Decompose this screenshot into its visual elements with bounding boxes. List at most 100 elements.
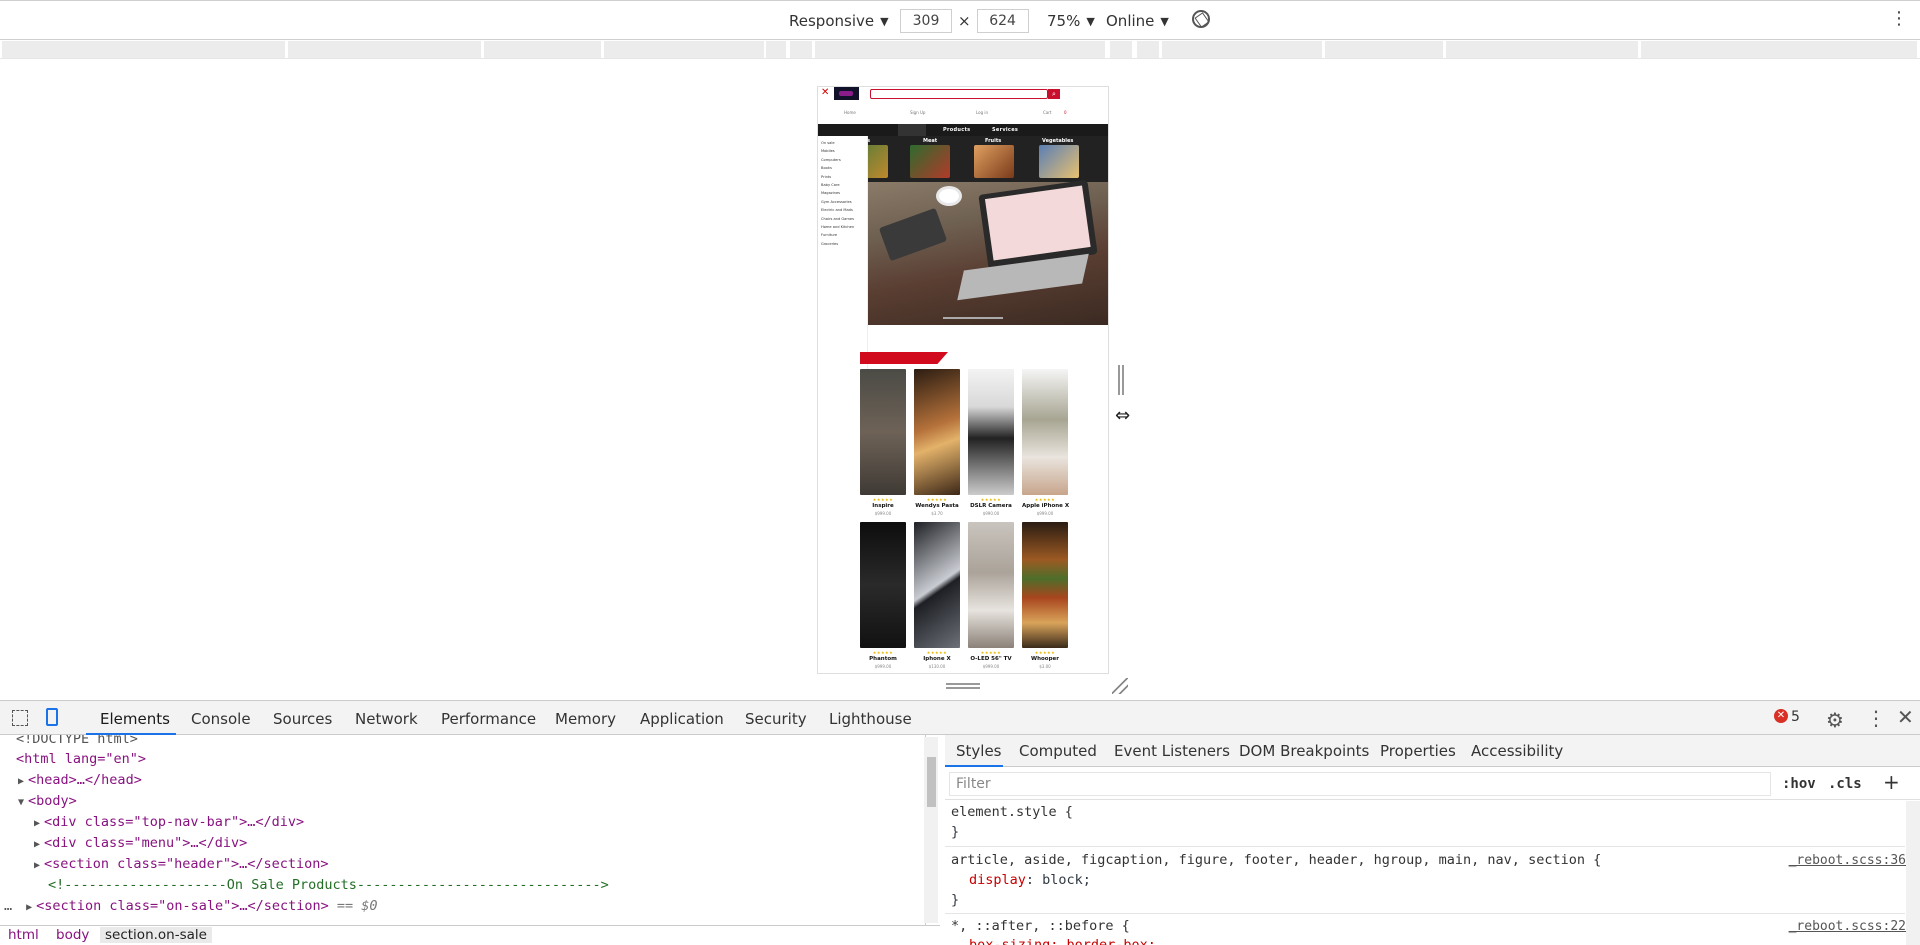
tab-accessibility[interactable]: Accessibility bbox=[1471, 742, 1563, 760]
settings-gear-icon[interactable]: ⚙ bbox=[1826, 708, 1844, 732]
side-menu-item[interactable]: Home and Kitchen bbox=[818, 223, 867, 231]
product-name[interactable]: O-LED 56" TV bbox=[968, 656, 1014, 662]
media-query-bar[interactable] bbox=[1137, 41, 1159, 58]
tab-security[interactable]: Security bbox=[745, 710, 807, 728]
more-options-icon[interactable]: ⋮ bbox=[1890, 10, 1908, 28]
width-input[interactable] bbox=[900, 9, 952, 33]
hero-carousel-image[interactable] bbox=[868, 179, 1108, 325]
dom-body[interactable]: ▼ <body> bbox=[18, 791, 77, 812]
hov-toggle[interactable]: :hov bbox=[1782, 776, 1816, 792]
category-services[interactable]: Services bbox=[992, 127, 1018, 133]
media-query-bar[interactable] bbox=[815, 41, 1105, 58]
throttle-dropdown[interactable]: Online ▼ bbox=[1106, 8, 1169, 34]
product-image[interactable] bbox=[860, 369, 906, 495]
error-icon[interactable]: ✕ bbox=[1774, 709, 1788, 723]
nav-link-cart[interactable]: Cart bbox=[1043, 110, 1051, 115]
product-card[interactable]: ★★★★★ Inspire $999.00 bbox=[860, 369, 906, 516]
product-name[interactable]: Wendys Pasta bbox=[914, 503, 960, 509]
side-menu-item[interactable]: Prints bbox=[818, 173, 867, 181]
media-query-bar[interactable] bbox=[1110, 41, 1132, 58]
rule-declaration[interactable]: display: block; bbox=[969, 872, 1091, 888]
product-card[interactable]: ★★★★★ DSLR Camera $990.00 bbox=[968, 369, 1014, 516]
dom-doctype[interactable]: <!DOCTYPE html> bbox=[16, 735, 138, 750]
site-search-input[interactable] bbox=[870, 89, 1048, 99]
tab-event-listeners[interactable]: Event Listeners bbox=[1114, 742, 1230, 760]
tab-performance[interactable]: Performance bbox=[441, 710, 536, 728]
media-query-bar[interactable] bbox=[1641, 41, 1917, 58]
nav-link-signup[interactable]: Sign Up bbox=[910, 110, 925, 115]
rotate-icon[interactable] bbox=[1192, 10, 1210, 28]
tab-computed[interactable]: Computed bbox=[1019, 742, 1097, 760]
rule-element-style[interactable]: element.style { bbox=[951, 804, 1073, 820]
product-name[interactable]: DSLR Camera bbox=[968, 503, 1014, 509]
viewport-resize-handle-corner[interactable] bbox=[1112, 678, 1128, 694]
dom-comment[interactable]: <!--------------------On Sale Products--… bbox=[48, 875, 609, 896]
rule-reboot-22[interactable]: *, ::after, ::before { bbox=[951, 918, 1130, 934]
thumb-image[interactable] bbox=[1039, 145, 1079, 178]
nav-link-login[interactable]: Log in bbox=[976, 110, 988, 115]
dom-html[interactable]: <html lang="en"> bbox=[16, 749, 146, 770]
dom-top-nav-bar[interactable]: ▶ <div class="top-nav-bar">…</div> bbox=[34, 812, 304, 833]
tab-sources[interactable]: Sources bbox=[273, 710, 332, 728]
product-image[interactable] bbox=[1022, 369, 1068, 495]
side-menu-item[interactable]: Chairs and Games bbox=[818, 215, 867, 223]
tab-dom-breakpoints[interactable]: DOM Breakpoints bbox=[1239, 742, 1369, 760]
side-menu-item[interactable]: Magazines bbox=[818, 189, 867, 197]
scrollbar-thumb[interactable] bbox=[927, 757, 936, 807]
product-name[interactable]: Apple iPhone X bbox=[1022, 503, 1069, 509]
nav-link-home[interactable]: Home bbox=[844, 110, 856, 115]
cls-toggle[interactable]: .cls bbox=[1828, 776, 1862, 792]
side-menu-item[interactable]: Mobiles bbox=[818, 147, 867, 155]
styles-scrollbar[interactable] bbox=[1906, 801, 1920, 945]
product-card[interactable]: ★★★★★ Phantom $999.00 bbox=[860, 522, 906, 669]
expand-triangle-icon[interactable]: ▶ bbox=[34, 839, 40, 850]
product-card[interactable]: ★★★★★ O-LED 56" TV $999.00 bbox=[968, 522, 1014, 669]
rule-source-link[interactable]: _reboot.scss:36 bbox=[1789, 853, 1906, 868]
tab-console[interactable]: Console bbox=[191, 710, 251, 728]
product-card[interactable]: ★★★★★ Iphone X $130.00 bbox=[914, 522, 960, 669]
rule-declaration[interactable]: box-sizing: border-box; bbox=[969, 937, 1156, 945]
close-devtools-icon[interactable]: ✕ bbox=[1897, 705, 1914, 729]
dom-menu[interactable]: ▶ <div class="menu">…</div> bbox=[34, 833, 247, 854]
rule-reboot-36[interactable]: article, aside, figcaption, figure, foot… bbox=[951, 852, 1601, 868]
product-card[interactable]: ★★★★★ Apple iPhone X $999.00 bbox=[1022, 369, 1069, 516]
media-query-bar[interactable] bbox=[2, 41, 285, 58]
carousel-indicators[interactable] bbox=[943, 317, 1003, 319]
side-menu-item[interactable]: On sale bbox=[818, 139, 867, 147]
product-name[interactable]: Iphone X bbox=[914, 656, 960, 662]
tab-properties[interactable]: Properties bbox=[1380, 742, 1456, 760]
media-query-bar[interactable] bbox=[288, 41, 481, 58]
dom-on-sale[interactable]: … ▶ <section class="on-sale">…</section> =… bbox=[4, 896, 378, 917]
viewport-resize-handle-right[interactable] bbox=[1118, 365, 1124, 395]
height-input[interactable] bbox=[976, 9, 1029, 33]
breadcrumb-section[interactable]: section.on-sale bbox=[100, 927, 212, 943]
side-menu-item[interactable]: Gym Accessories bbox=[818, 198, 867, 206]
site-logo[interactable] bbox=[834, 87, 859, 100]
device-mode-dropdown[interactable]: Responsive ▼ bbox=[789, 8, 889, 34]
thumb-image[interactable] bbox=[910, 145, 950, 178]
side-menu-item[interactable]: Groceries bbox=[818, 240, 867, 248]
product-image[interactable] bbox=[860, 522, 906, 648]
dom-head[interactable]: ▶ <head>…</head> bbox=[18, 770, 142, 791]
product-card[interactable]: ★★★★★ Whooper $3.00 bbox=[1022, 522, 1068, 669]
side-menu-item[interactable]: Computers bbox=[818, 156, 867, 164]
collapse-triangle-icon[interactable]: ▼ bbox=[18, 797, 24, 808]
devtools-menu-icon[interactable]: ⋮ bbox=[1866, 706, 1886, 730]
expand-triangle-icon[interactable]: ▶ bbox=[34, 860, 40, 871]
media-query-bar[interactable] bbox=[766, 41, 786, 58]
product-card[interactable]: ★★★★★ Wendys Pasta $3.70 bbox=[914, 369, 960, 516]
product-image[interactable] bbox=[968, 369, 1014, 495]
product-image[interactable] bbox=[914, 369, 960, 495]
media-query-bar[interactable] bbox=[1446, 41, 1638, 58]
styles-filter-input[interactable]: Filter bbox=[949, 772, 1771, 796]
product-name[interactable]: Phantom bbox=[860, 656, 906, 662]
site-search-icon[interactable]: ⌕ bbox=[1048, 89, 1060, 99]
zoom-dropdown[interactable]: 75% ▼ bbox=[1047, 8, 1095, 34]
rule-source-link[interactable]: _reboot.scss:22 bbox=[1789, 919, 1906, 934]
tab-elements[interactable]: Elements bbox=[100, 710, 170, 728]
side-menu-item[interactable]: Books bbox=[818, 164, 867, 172]
side-menu-item[interactable]: Baby Care bbox=[818, 181, 867, 189]
product-name[interactable]: Whooper bbox=[1022, 656, 1068, 662]
media-query-bar[interactable] bbox=[790, 41, 812, 58]
media-query-bar[interactable] bbox=[1325, 41, 1443, 58]
